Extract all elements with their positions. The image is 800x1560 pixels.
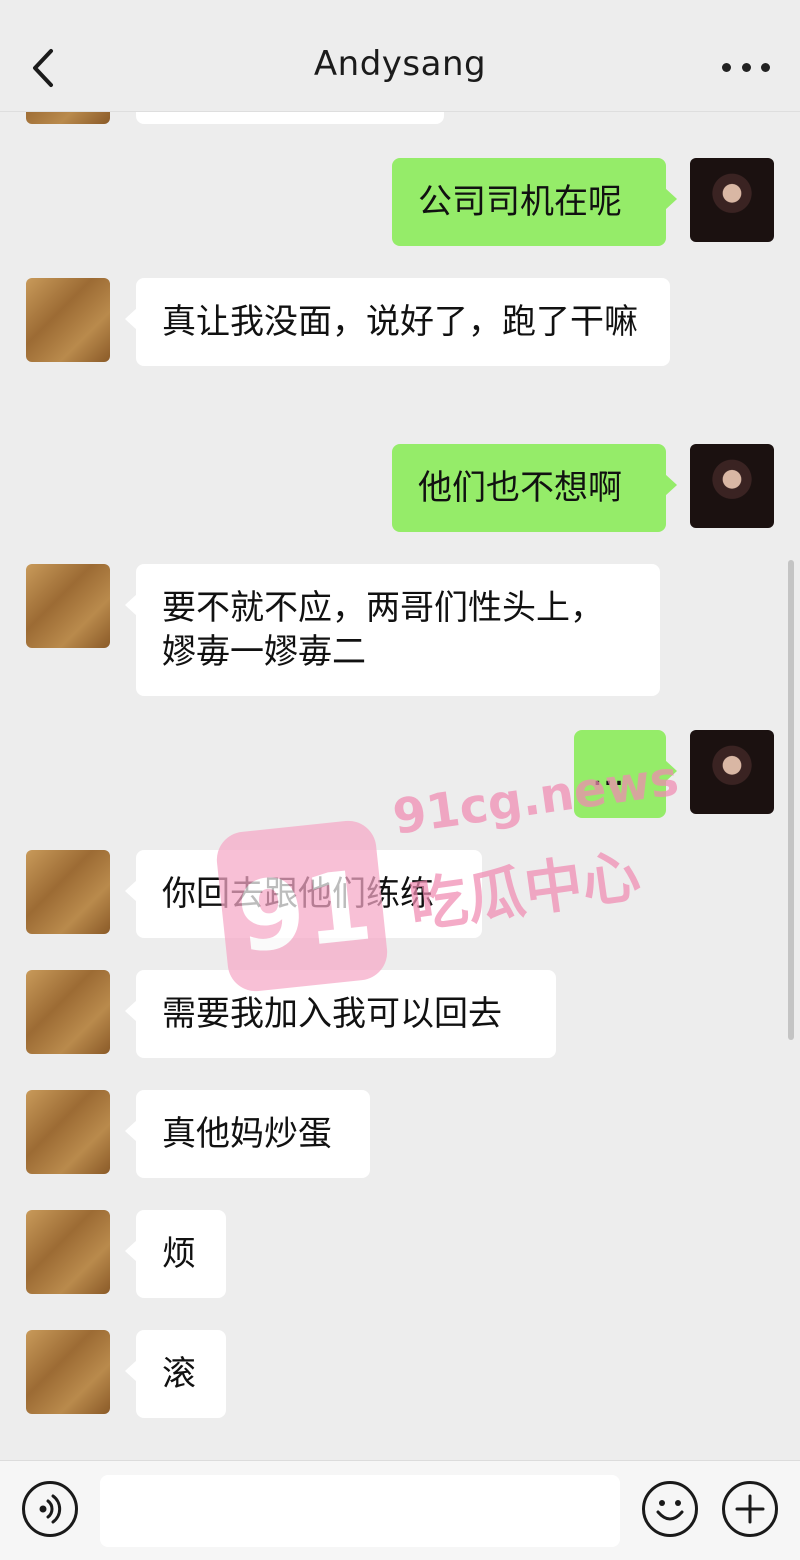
contact-avatar[interactable] bbox=[26, 278, 110, 362]
message-input[interactable] bbox=[100, 1475, 620, 1547]
message-bubble-incoming[interactable]: 要不就不应，两哥们性头上，嫪毐一嫪毐二 bbox=[125, 564, 660, 696]
message-bubble-outgoing[interactable]: 公司司机在呢 bbox=[392, 158, 677, 246]
chat-header: Andysang bbox=[0, 0, 800, 112]
message-bubble-incoming[interactable]: 需要我加入我可以回去 bbox=[125, 970, 556, 1058]
my-avatar[interactable] bbox=[690, 158, 774, 242]
plus-button[interactable] bbox=[722, 1481, 778, 1537]
emoji-button[interactable] bbox=[642, 1481, 698, 1537]
message-bubble-incoming[interactable]: 烦 bbox=[125, 1210, 226, 1298]
contact-avatar[interactable] bbox=[26, 1090, 110, 1174]
voice-icon bbox=[39, 1494, 62, 1524]
my-avatar[interactable] bbox=[690, 444, 774, 528]
contact-avatar[interactable] bbox=[26, 970, 110, 1054]
plus-icon bbox=[735, 1494, 765, 1524]
message-bubble-incoming[interactable]: 滚 bbox=[125, 1330, 226, 1418]
chat-area: 公司司机在呢 真让我没面，说好了，跑了干嘛 他们也不想啊 要不就不应，两哥们性头… bbox=[0, 0, 800, 1460]
emoji-icon bbox=[656, 1500, 684, 1521]
contact-avatar[interactable] bbox=[26, 564, 110, 648]
voice-button[interactable] bbox=[22, 1481, 78, 1537]
input-bar bbox=[0, 1460, 800, 1560]
message-bubble-outgoing[interactable]: ... bbox=[574, 730, 677, 818]
contact-avatar[interactable] bbox=[26, 850, 110, 934]
message-bubble-incoming[interactable]: 你回去跟他们练练 bbox=[125, 850, 482, 938]
chat-scrollbar[interactable] bbox=[788, 560, 794, 1040]
contact-avatar[interactable] bbox=[26, 1330, 110, 1414]
message-bubble-incoming[interactable]: 真他妈炒蛋 bbox=[125, 1090, 370, 1178]
message-bubble-incoming[interactable]: 真让我没面，说好了，跑了干嘛 bbox=[125, 278, 670, 366]
more-button[interactable] bbox=[722, 52, 770, 82]
message-bubble-outgoing[interactable]: 他们也不想啊 bbox=[392, 444, 677, 532]
more-dots-icon bbox=[722, 62, 731, 72]
my-avatar[interactable] bbox=[690, 730, 774, 814]
contact-avatar[interactable] bbox=[26, 1210, 110, 1294]
chat-title: Andysang bbox=[313, 44, 487, 84]
